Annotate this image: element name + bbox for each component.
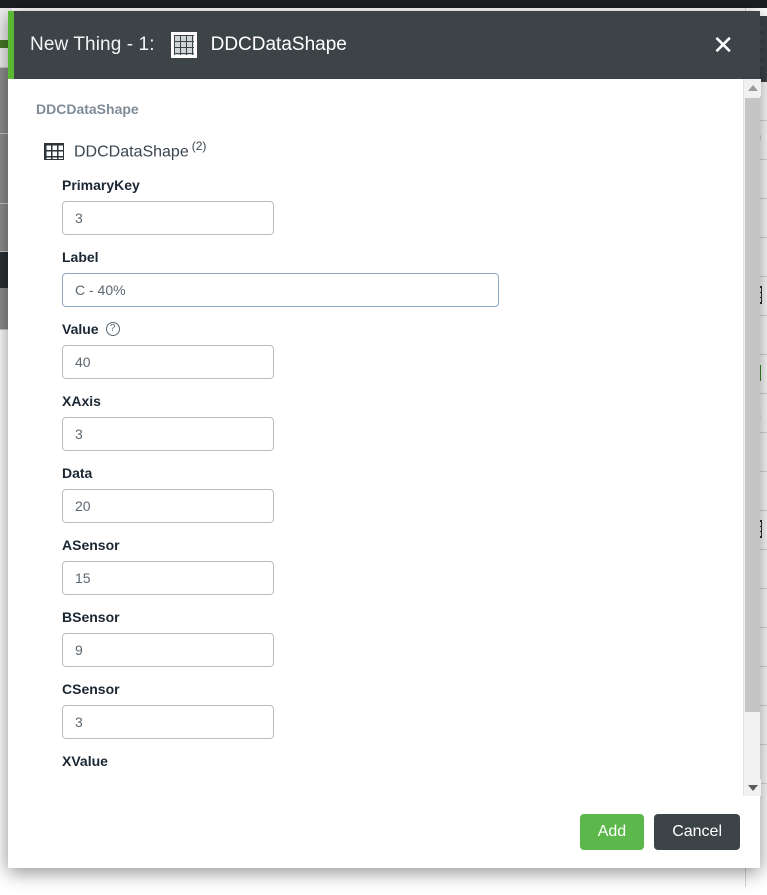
field-input-bsensor[interactable] [62,633,274,667]
field-asensor: ASensor [62,537,743,595]
table-grid-icon [44,143,64,160]
background-top-bar [0,0,767,8]
help-icon[interactable]: ? [106,322,120,336]
field-label-text: CSensor [62,681,120,697]
modal-body-wrapper: DDCDataShape DDCDataShape(2) PrimaryKeyL… [8,79,760,796]
field-xaxis: XAxis [62,393,743,451]
entity-name: DDCDataShape [74,143,189,160]
add-button[interactable]: Add [580,814,644,850]
modal-body: DDCDataShape DDCDataShape(2) PrimaryKeyL… [14,79,743,796]
entity-row[interactable]: DDCDataShape(2) [44,139,743,161]
field-csensor: CSensor [62,681,743,739]
field-label: XValue [62,753,743,769]
field-input-label[interactable] [62,273,499,307]
field-label: Data [62,465,743,481]
field-input-csensor[interactable] [62,705,274,739]
field-label: PrimaryKey [62,177,743,193]
field-label: CSensor [62,681,743,697]
close-icon[interactable]: ✕ [704,28,742,62]
field-label-text: BSensor [62,609,120,625]
scroll-up-arrow-icon[interactable] [744,79,761,96]
field-primarykey: PrimaryKey [62,177,743,235]
field-input-asensor[interactable] [62,561,274,595]
field-label: BSensor [62,609,743,625]
field-label: Value? [62,321,743,337]
modal-scrollbar[interactable] [743,79,760,796]
field-input-xaxis[interactable] [62,417,274,451]
field-label-text: Value [62,321,99,337]
field-label-text: PrimaryKey [62,177,140,193]
field-value: Value? [62,321,743,379]
modal-title-entity-name: DDCDataShape [211,34,347,56]
modal-footer: Add Cancel [8,796,760,868]
field-label-text: ASensor [62,537,120,553]
field-label-text: Data [62,465,92,481]
new-thing-modal: New Thing - 1: DDCDataShape ✕ DDCDataSha… [8,11,760,868]
field-label-text: XValue [62,753,108,769]
table-grid-icon [171,32,197,58]
scroll-down-arrow-icon[interactable] [744,779,761,796]
scrollbar-thumb[interactable] [745,98,760,712]
entity-count: (2) [192,139,207,153]
field-input-primarykey[interactable] [62,201,274,235]
field-input-data[interactable] [62,489,274,523]
field-label: ASensor [62,537,743,553]
field-label: XAxis [62,393,743,409]
modal-accent-stripe [8,11,14,79]
data-shape-heading: DDCDataShape [36,101,743,117]
cancel-button[interactable]: Cancel [654,814,740,850]
field-label: Label [62,249,743,265]
modal-title-bar: New Thing - 1: DDCDataShape ✕ [8,11,760,79]
field-label: Label [62,249,743,307]
field-input-value[interactable] [62,345,274,379]
field-label-text: Label [62,249,99,265]
field-label-text: XAxis [62,393,101,409]
modal-title-prefix: New Thing - 1: [30,34,155,56]
field-bsensor: BSensor [62,609,743,667]
field-data: Data [62,465,743,523]
field-list: PrimaryKey Label Value? XAxis Data ASensor BSe… [62,177,743,769]
field-xvalue: XValue [62,753,743,769]
